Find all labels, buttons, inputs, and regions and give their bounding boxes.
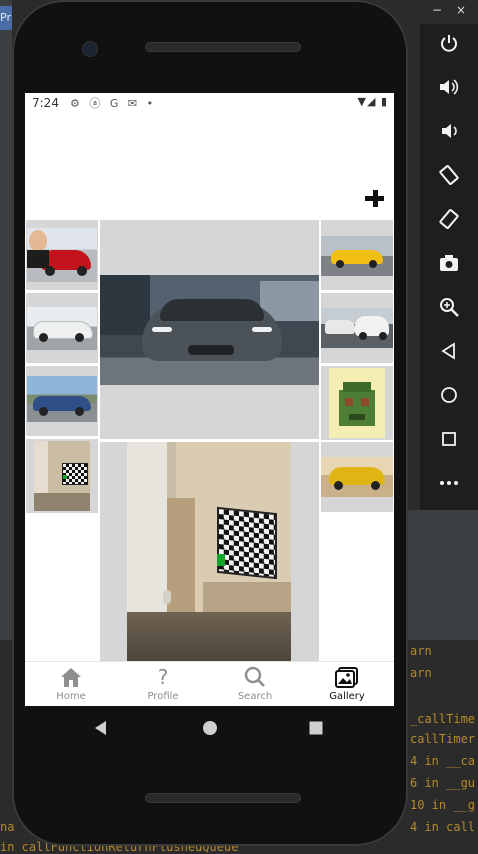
gallery-icon <box>335 666 359 688</box>
gallery-item-featured[interactable] <box>100 442 319 661</box>
log-line: callTimer <box>410 732 476 746</box>
pixel-art-character-image <box>329 368 385 438</box>
log-line: 6 in __gu <box>410 776 476 790</box>
gallery-item[interactable] <box>321 366 393 440</box>
gallery-item[interactable] <box>321 293 393 363</box>
gallery-item[interactable] <box>321 220 393 290</box>
overview-icon[interactable] <box>436 426 462 452</box>
camera-icon[interactable] <box>436 250 462 276</box>
rotate-right-icon[interactable] <box>436 206 462 232</box>
gallery-item[interactable] <box>26 293 98 363</box>
nav-home-icon[interactable] <box>202 720 218 740</box>
back-icon[interactable] <box>436 338 462 364</box>
zoom-icon[interactable] <box>436 294 462 320</box>
emulator-window-controls: − × <box>420 0 478 24</box>
tab-home[interactable]: Home <box>25 662 117 706</box>
system-navigation <box>25 706 394 750</box>
log-line: 4 in call <box>410 820 476 834</box>
lamborghini-urus-yellow-image <box>321 457 393 497</box>
top-speaker <box>145 42 301 52</box>
gallery-item[interactable] <box>26 439 98 513</box>
tesla-model-x-gray-image <box>100 275 319 385</box>
app-screen: 7:24 ⚙ ⓐ G ✉ • ▼◢ ▮ + <box>25 93 394 706</box>
system-icons: ▼◢ ▮ <box>357 95 388 108</box>
rotate-left-icon[interactable] <box>436 162 462 188</box>
tab-home-label: Home <box>56 691 86 702</box>
tab-gallery-label: Gallery <box>329 691 365 702</box>
gallery-item[interactable] <box>321 442 393 512</box>
gallery-item[interactable] <box>26 366 98 436</box>
log-line: _callTime <box>410 712 476 726</box>
status-bar: 7:24 ⚙ ⓐ G ✉ • ▼◢ ▮ <box>25 93 394 113</box>
bottom-navigation: Home ? Profile Search Gallery <box>25 661 394 706</box>
log-line: arn <box>410 666 432 680</box>
volume-down-icon[interactable] <box>436 118 462 144</box>
room-with-tv-large-image <box>127 442 291 661</box>
tab-search-label: Search <box>237 691 273 702</box>
room-with-tv-image <box>34 441 90 511</box>
nav-back-icon[interactable] <box>93 720 109 740</box>
log-line: 4 in __ca <box>410 754 476 768</box>
status-time: 7:24 <box>32 96 59 110</box>
bottom-speaker <box>145 793 301 803</box>
tab-search[interactable]: Search <box>209 662 301 706</box>
porsche-taycan-white-image <box>27 307 97 350</box>
tesla-red-with-person-image <box>27 228 97 282</box>
power-icon[interactable] <box>436 30 462 56</box>
ide-tab[interactable]: Pr <box>0 6 12 30</box>
nav-overview-icon[interactable] <box>308 720 324 740</box>
log-line: 10 in __g <box>410 798 476 812</box>
porsche-yellow-image <box>321 236 393 276</box>
home-icon[interactable] <box>436 382 462 408</box>
search-icon <box>243 666 267 688</box>
gallery-item[interactable] <box>26 220 98 290</box>
home-icon <box>59 666 83 688</box>
log-line: na <box>0 820 15 834</box>
tab-profile-label: Profile <box>147 691 179 702</box>
volume-up-icon[interactable] <box>436 74 462 100</box>
tab-gallery[interactable]: Gallery <box>301 662 393 706</box>
front-camera <box>82 41 98 57</box>
close-button[interactable]: × <box>456 3 466 17</box>
more-icon[interactable] <box>436 470 462 496</box>
log-line: arn <box>410 644 432 658</box>
ide-panel <box>402 510 478 640</box>
question-icon: ? <box>157 665 169 689</box>
notification-icons: ⚙ ⓐ G ✉ • <box>70 97 157 110</box>
gallery-item-featured[interactable] <box>100 220 319 439</box>
tab-profile[interactable]: ? Profile <box>117 662 209 706</box>
minimize-button[interactable]: − <box>432 3 442 17</box>
convertible-blue-image <box>27 376 97 422</box>
add-button[interactable]: + <box>365 188 387 210</box>
porsche-suv-white-image <box>321 308 393 348</box>
